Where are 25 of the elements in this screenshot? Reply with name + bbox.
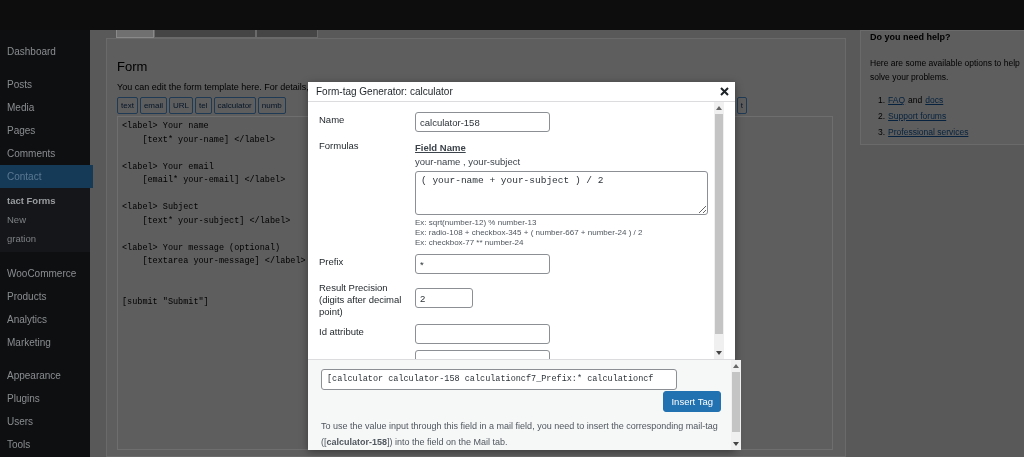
code-text: [submit "Submit"] [122,295,209,309]
field-names: your-name , your-subject [415,156,522,167]
code-text: <label> Your name [text* your-name] </label> [122,120,276,147]
list-number: 2. [878,110,886,123]
link-separator: and [908,94,923,107]
list-number: 1. [878,94,886,107]
dialog-title: Form-tag Generator: calculator [316,86,453,97]
field-label: Formulas [319,140,359,151]
code-text: <label> Your email [email* your-email] </label> [122,160,286,187]
field-label: Id attribute [319,326,364,337]
field-label: Name [319,114,345,125]
list-number: 3. [878,126,886,139]
field-label: Prefix [319,256,344,267]
description: You can edit the form template here. For details, [117,82,309,92]
help-text: Here are some available options to help solve your problems. [870,57,1021,84]
example-text: Ex: checkbox-77 ** number-24 [415,238,525,248]
code-text: <label> Your message (optional) [textarea your-message] </label> [122,241,306,268]
help-title: Do you need help? [870,32,952,42]
field-label: Result Precision (digits after decimal point) [319,282,402,317]
code-text: <label> Subject [text* your-subject] </label> [122,201,291,228]
mail-tag-note: To use the value input through this field in a mail field, you need to insert the corresponding mail-tag ([calculator-158]) into the field on the Mail tab. [321,419,719,449]
field-name-heading: Field Name [415,142,467,153]
example-text: Ex: sqrt(number-12) % number-13 [415,218,538,228]
section-heading: Form [117,59,148,74]
example-text: Ex: radio-108 + checkbox-345 + ( number-667 + number-24 ) / 2 [415,228,644,238]
